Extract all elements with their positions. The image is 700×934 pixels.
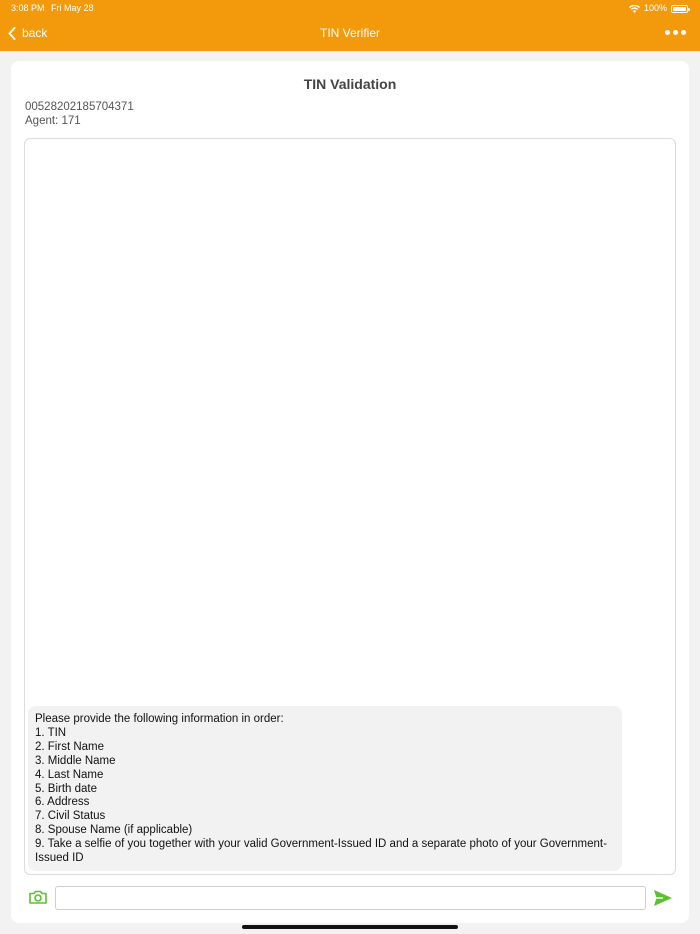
home-indicator xyxy=(242,925,458,929)
message-line: 6. Address xyxy=(35,796,90,809)
more-dot-icon xyxy=(681,30,686,35)
message-line: Please provide the following information… xyxy=(35,713,284,725)
main-card: TIN Validation 00528202185704371 Agent: … xyxy=(11,61,689,923)
message-line: Issued ID xyxy=(35,852,84,865)
top-bar: 3:08 PM Fri May 28 100% back TIN Verifie… xyxy=(0,0,700,51)
status-bar: 3:08 PM Fri May 28 100% xyxy=(0,0,700,17)
chat-area[interactable]: Please provide the following information… xyxy=(24,138,676,875)
battery-percent: 100% xyxy=(643,3,667,13)
message-line: 4. Last Name xyxy=(35,768,104,781)
send-icon[interactable] xyxy=(653,889,673,907)
message-line: 5. Birth date xyxy=(35,782,98,795)
message-line: 1. TIN xyxy=(35,726,67,739)
page-title: TIN Validation xyxy=(303,76,397,92)
more-dot-icon xyxy=(665,30,670,35)
message-line: 9. Take a selfie of you together with yo… xyxy=(35,838,607,851)
camera-icon[interactable] xyxy=(29,890,47,904)
navigation-bar: back TIN Verifier xyxy=(0,17,700,51)
session-info: 00528202185704371 Agent: 171 xyxy=(25,100,134,128)
message-input[interactable] xyxy=(55,886,646,910)
message-composer xyxy=(11,881,689,913)
status-date: Fri May 28 xyxy=(51,3,94,13)
status-time: 3:08 PM xyxy=(11,3,45,13)
message-bubble: Please provide the following information… xyxy=(28,706,622,871)
message-line: 3. Middle Name xyxy=(35,754,116,767)
wifi-icon xyxy=(628,4,640,13)
message-line: 7. Civil Status xyxy=(35,810,106,823)
id-number: 00528202185704371 xyxy=(25,101,134,113)
status-right: 100% xyxy=(628,0,690,17)
agent-label: Agent: 171 xyxy=(25,115,81,127)
battery-icon xyxy=(671,4,690,13)
more-options-button[interactable] xyxy=(665,30,686,35)
nav-title: TIN Verifier xyxy=(319,26,380,40)
more-dot-icon xyxy=(673,30,678,35)
message-line: 8. Spouse Name (if applicable) xyxy=(35,824,193,837)
message-line: 2. First Name xyxy=(35,740,105,753)
